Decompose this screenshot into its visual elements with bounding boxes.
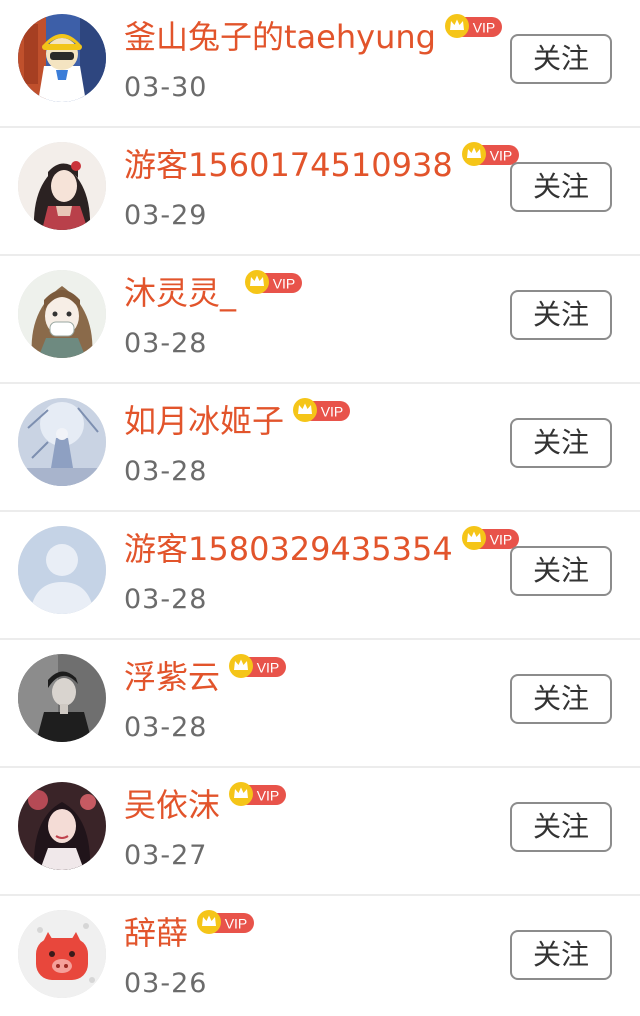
vip-text: VIP — [257, 788, 280, 804]
list-item[interactable]: 釜山兔子的taehyung VIP 03-30 关注 — [0, 0, 640, 128]
follow-date: 03-28 — [124, 584, 208, 615]
vip-text: VIP — [489, 532, 512, 548]
vip-text: VIP — [257, 660, 280, 676]
list-item[interactable]: 吴依沫 VIP 03-27 关注 — [0, 768, 640, 896]
vip-text: VIP — [273, 276, 296, 292]
vip-text: VIP — [473, 20, 496, 36]
follow-date: 03-28 — [124, 456, 208, 487]
follow-button[interactable]: 关注 — [510, 162, 612, 212]
vip-badge: VIP — [244, 268, 304, 296]
list-item[interactable]: 如月冰姬子 VIP 03-28 关注 — [0, 384, 640, 512]
photo-man-avatar-icon[interactable] — [18, 654, 106, 742]
follow-date: 03-27 — [124, 840, 208, 871]
cartoon-avatar-icon[interactable] — [18, 14, 106, 102]
vip-badge: VIP — [228, 652, 288, 680]
vip-badge: VIP — [228, 780, 288, 808]
username[interactable]: 釜山兔子的taehyung — [124, 14, 436, 60]
follow-button[interactable]: 关注 — [510, 802, 612, 852]
list-item[interactable]: 辞薛 VIP 03-26 关注 — [0, 896, 640, 1016]
vip-badge: VIP — [292, 396, 352, 424]
ice-scene-avatar-icon[interactable] — [18, 398, 106, 486]
follow-button[interactable]: 关注 — [510, 674, 612, 724]
list-item[interactable]: 游客1560174510938 VIP 03-29 关注 — [0, 128, 640, 256]
follow-date: 03-29 — [124, 200, 208, 231]
username[interactable]: 游客1580329435354 — [124, 526, 453, 572]
list-item[interactable]: 游客1580329435354 VIP 03-28 关注 — [0, 512, 640, 640]
list-item[interactable]: 浮紫云 VIP 03-28 关注 — [0, 640, 640, 768]
vip-text: VIP — [225, 916, 248, 932]
follow-button[interactable]: 关注 — [510, 290, 612, 340]
vip-badge: VIP — [444, 12, 504, 40]
follow-button[interactable]: 关注 — [510, 418, 612, 468]
photo-woman-avatar-icon[interactable] — [18, 782, 106, 870]
username[interactable]: 辞薛 — [124, 910, 188, 956]
follow-button[interactable]: 关注 — [510, 546, 612, 596]
username[interactable]: 浮紫云 — [124, 654, 220, 700]
follow-date: 03-26 — [124, 968, 208, 999]
username[interactable]: 吴依沫 — [124, 782, 220, 828]
follow-date: 03-30 — [124, 72, 208, 103]
follower-list: 釜山兔子的taehyung VIP 03-30 关注 游客15601745109… — [0, 0, 640, 1016]
follow-button[interactable]: 关注 — [510, 930, 612, 980]
list-item[interactable]: 沐灵灵_ VIP 03-28 关注 — [0, 256, 640, 384]
vip-badge: VIP — [196, 908, 256, 936]
username[interactable]: 游客1560174510938 — [124, 142, 453, 188]
vip-text: VIP — [321, 404, 344, 420]
anime-girl-avatar-icon[interactable] — [18, 142, 106, 230]
vip-text: VIP — [489, 148, 512, 164]
follow-date: 03-28 — [124, 712, 208, 743]
follow-button[interactable]: 关注 — [510, 34, 612, 84]
username[interactable]: 沐灵灵_ — [124, 270, 236, 316]
username[interactable]: 如月冰姬子 — [124, 398, 284, 444]
follow-date: 03-28 — [124, 328, 208, 359]
default-user-avatar-icon[interactable] — [18, 526, 106, 614]
pig-avatar-icon[interactable] — [18, 910, 106, 998]
masked-girl-avatar-icon[interactable] — [18, 270, 106, 358]
